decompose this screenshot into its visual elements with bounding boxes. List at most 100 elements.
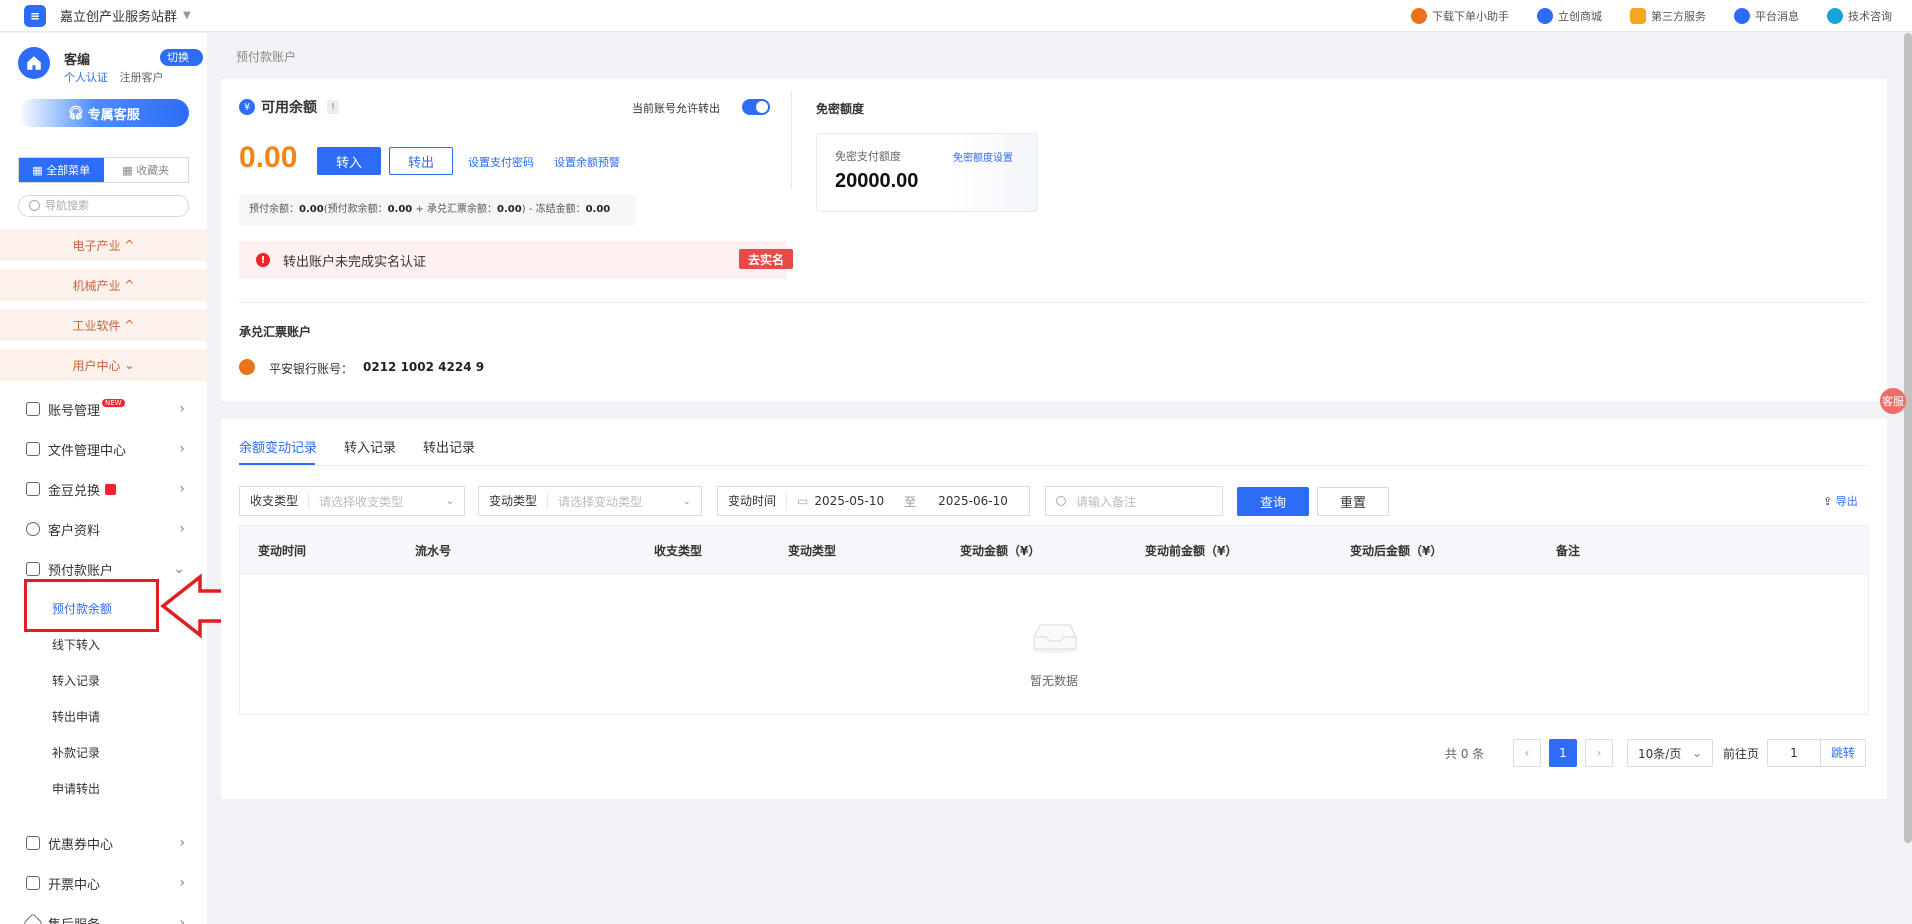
- wallet-icon: [26, 562, 40, 576]
- grid-icon: ▦: [122, 163, 137, 177]
- column-header: 变动后金额（¥）: [1350, 544, 1443, 558]
- query-button[interactable]: 查询: [1237, 487, 1309, 516]
- chevron-left-icon: ‹: [1524, 746, 1530, 760]
- info-icon[interactable]: !: [327, 100, 339, 114]
- sidebar-item-beans[interactable]: 金豆兑换 ›: [0, 473, 207, 505]
- page-scrollbar[interactable]: [1904, 33, 1912, 843]
- toggle-knob: [756, 101, 768, 113]
- sidebar-item-customer[interactable]: 客户资料 ›: [0, 513, 207, 545]
- site-logo[interactable]: ≡: [24, 4, 46, 27]
- income-type-select[interactable]: 收支类型 请选择收支类型 ⌄: [239, 486, 465, 516]
- warning-text: 转出账户未完成实名认证: [283, 255, 427, 270]
- page-size-select[interactable]: 10条/页 ⌄: [1627, 739, 1713, 767]
- bell-icon: [1734, 7, 1750, 24]
- category-industrial-software[interactable]: 工业软件 ^: [0, 309, 207, 341]
- chat-icon: [1827, 7, 1843, 24]
- tab-all-menu[interactable]: ▦ 全部菜单: [19, 158, 104, 182]
- free-quota-setting-link[interactable]: 免密额度设置: [953, 149, 1013, 164]
- bank-label: 平安银行账号：: [269, 362, 354, 376]
- sub-item-transfer-in-records[interactable]: 转入记录: [52, 672, 100, 689]
- sub-item-offline-transfer[interactable]: 线下转入: [52, 636, 100, 653]
- reset-button[interactable]: 重置: [1317, 487, 1389, 516]
- bank-account-number: 0212 1002 4224 9: [363, 360, 485, 374]
- set-balance-alert-link[interactable]: 设置余额预警: [554, 154, 620, 170]
- set-pay-password-link[interactable]: 设置支付密码: [468, 154, 534, 170]
- sidebar-item-after-sales[interactable]: 售后服务›: [0, 907, 207, 924]
- coupon-icon: [26, 836, 40, 850]
- table-header: 变动时间 流水号 收支类型 变动类型 变动金额（¥） 变动前金额（¥） 变动后金…: [240, 526, 1868, 574]
- chevron-right-icon: ›: [179, 401, 185, 417]
- assistant-icon: [1411, 7, 1427, 24]
- search-icon: [29, 200, 40, 211]
- top-link-third-party[interactable]: 第三方服务: [1630, 7, 1706, 24]
- alert-icon: !: [256, 253, 270, 267]
- divider: [239, 465, 1869, 466]
- tab-balance-changes[interactable]: 余额变动记录: [239, 437, 317, 456]
- sub-item-transfer-out-request[interactable]: 转出申请: [52, 708, 100, 725]
- empty-text: 暂无数据: [1030, 674, 1079, 688]
- top-bar: ≡ 嘉立创产业服务站群 ▼ 下载下单小助手 立创商城 第三方服务 平台消息 技术…: [0, 0, 1912, 32]
- chevron-right-icon: ›: [179, 481, 185, 497]
- realname-warning: ! 转出账户未完成实名认证 去实名: [239, 241, 793, 279]
- column-header: 变动时间: [258, 544, 307, 558]
- chevron-down-icon: ⌄: [1691, 746, 1702, 760]
- balance-value: 0.00: [239, 141, 298, 174]
- float-service-icon[interactable]: 客服: [1880, 388, 1906, 414]
- tab-transfer-out[interactable]: 转出记录: [423, 437, 475, 456]
- date-from[interactable]: 2025-05-10: [814, 494, 884, 508]
- highlight-box: [24, 579, 159, 632]
- menu-switch: ▦ 全部菜单 ▦ 收藏夹: [18, 157, 189, 183]
- chevron-right-icon: ›: [1596, 746, 1602, 760]
- empty-inbox-icon: [1033, 624, 1077, 653]
- apps-icon: [1630, 7, 1646, 24]
- pagination-total: 共 0 条: [1445, 747, 1485, 761]
- top-link-tech-support[interactable]: 技术咨询: [1827, 7, 1892, 24]
- top-link-assistant[interactable]: 下载下单小助手: [1411, 7, 1509, 24]
- prev-page-button[interactable]: ‹: [1513, 739, 1541, 767]
- site-name[interactable]: 嘉立创产业服务站群: [60, 6, 177, 25]
- category-machinery[interactable]: 机械产业 ^: [0, 269, 207, 301]
- next-page-button[interactable]: ›: [1585, 739, 1613, 767]
- sidebar-item-files[interactable]: 文件管理中心 ›: [0, 433, 207, 465]
- tag-personal-auth[interactable]: 个人认证: [64, 71, 108, 84]
- switch-account-button[interactable]: 切换 ⇌: [160, 49, 203, 81]
- transfer-in-button[interactable]: 转入: [317, 147, 381, 175]
- home-icon[interactable]: [18, 47, 50, 79]
- chevron-right-icon: ›: [179, 441, 185, 457]
- nav-search-input[interactable]: 导航搜索: [18, 195, 189, 217]
- tab-favorites[interactable]: ▦ 收藏夹: [103, 158, 188, 182]
- date-to[interactable]: 2025-06-10: [938, 494, 1008, 508]
- change-type-select[interactable]: 变动类型 请选择变动类型 ⌄: [478, 486, 702, 516]
- sub-item-apply-transfer-out[interactable]: 申请转出: [52, 780, 100, 797]
- category-user-center[interactable]: 用户中心 ⌄: [0, 349, 207, 381]
- jump-button[interactable]: 跳转: [1820, 740, 1865, 766]
- column-header: 流水号: [415, 544, 452, 558]
- divider: [791, 91, 792, 189]
- upload-icon: ⇪: [1823, 495, 1833, 508]
- sidebar-item-account[interactable]: 账号管理 NEW ›: [0, 393, 207, 425]
- chevron-down-icon[interactable]: ▼: [183, 10, 191, 21]
- tab-transfer-in[interactable]: 转入记录: [344, 437, 396, 456]
- sidebar-item-coupons[interactable]: 优惠券中心 ›: [0, 827, 207, 859]
- goto-page-input[interactable]: 1 跳转: [1767, 739, 1867, 767]
- column-header: 备注: [1556, 544, 1581, 558]
- invoice-icon: [26, 876, 40, 890]
- verify-realname-button[interactable]: 去实名: [739, 249, 793, 269]
- allow-transfer-toggle[interactable]: [742, 99, 770, 115]
- transfer-out-button[interactable]: 转出: [389, 147, 453, 175]
- sub-item-supplement-records[interactable]: 补款记录: [52, 744, 100, 761]
- category-electronics[interactable]: 电子产业 ^: [0, 229, 207, 261]
- vip-service-button[interactable]: 🎧︎ 专属客服: [18, 99, 189, 127]
- date-range-picker[interactable]: 变动时间 ▭ 2025-05-10 至 2025-06-10: [717, 486, 1030, 516]
- export-button[interactable]: ⇪ 导出: [1823, 493, 1858, 509]
- chevron-right-icon: ›: [179, 915, 185, 924]
- page-number-current[interactable]: 1: [1549, 739, 1577, 767]
- column-header: 收支类型: [654, 544, 703, 558]
- sidebar-item-invoice[interactable]: 开票中心 ›: [0, 867, 207, 899]
- remark-input[interactable]: 请输入备注: [1045, 486, 1223, 516]
- top-link-mall[interactable]: 立创商城: [1537, 7, 1602, 24]
- chevron-down-icon: ⌄: [445, 495, 454, 507]
- mail-icon: [26, 482, 40, 496]
- allow-transfer-label: 当前账号允许转出: [632, 102, 720, 115]
- top-link-messages[interactable]: 平台消息: [1734, 7, 1799, 24]
